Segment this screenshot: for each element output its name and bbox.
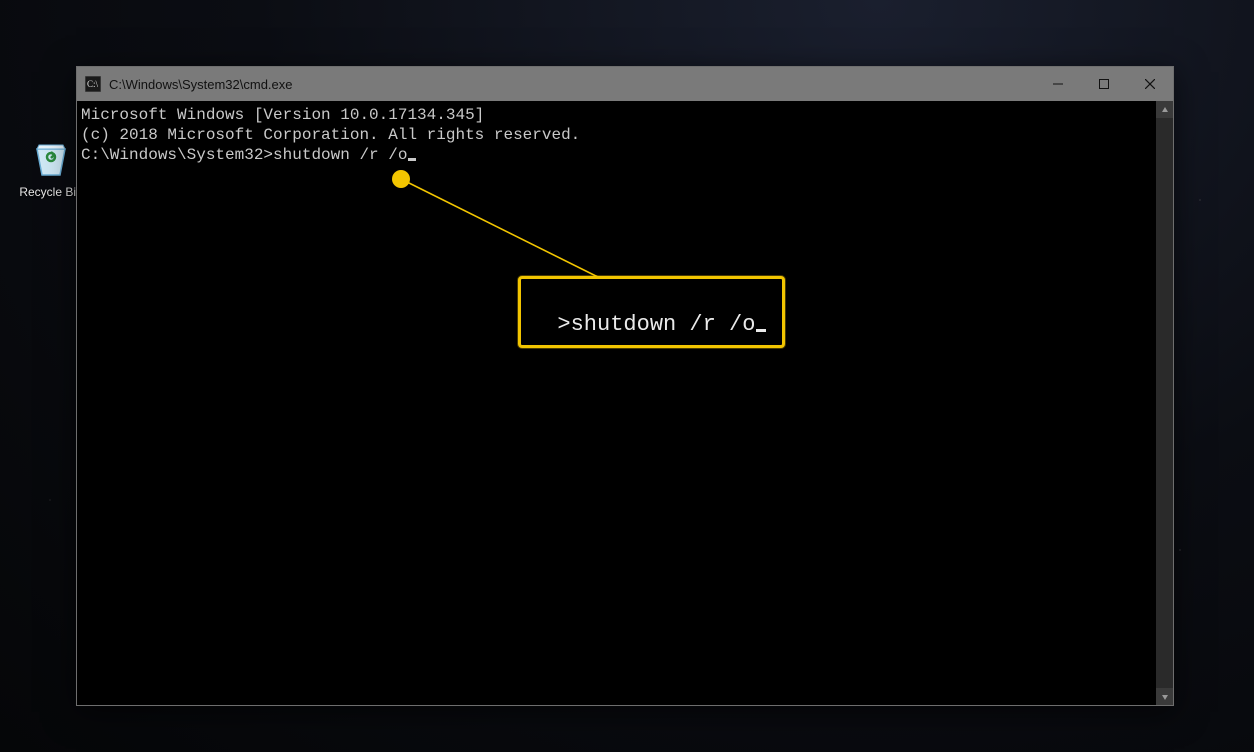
console-prompt-line: C:\Windows\System32>shutdown /r /o — [81, 145, 1173, 165]
annotation-callout: >shutdown /r /o — [518, 276, 785, 348]
titlebar[interactable]: C:\ C:\Windows\System32\cmd.exe — [77, 67, 1173, 101]
scroll-up-button[interactable] — [1156, 101, 1173, 118]
cmd-app-icon: C:\ — [85, 76, 101, 92]
prompt-prefix: C:\Windows\System32> — [81, 146, 273, 164]
console-line: Microsoft Windows [Version 10.0.17134.34… — [81, 105, 1173, 125]
callout-text: >shutdown /r /o — [557, 312, 755, 337]
console-area[interactable]: Microsoft Windows [Version 10.0.17134.34… — [77, 101, 1173, 705]
svg-text:C:\: C:\ — [87, 79, 99, 89]
cmd-window: C:\ C:\Windows\System32\cmd.exe Microsof… — [76, 66, 1174, 706]
typed-command: shutdown /r /o — [273, 146, 407, 164]
maximize-button[interactable] — [1081, 67, 1127, 101]
scroll-down-button[interactable] — [1156, 688, 1173, 705]
window-controls — [1035, 67, 1173, 101]
minimize-button[interactable] — [1035, 67, 1081, 101]
recycle-bin-icon — [29, 135, 73, 179]
console-line: (c) 2018 Microsoft Corporation. All righ… — [81, 125, 1173, 145]
window-title: C:\Windows\System32\cmd.exe — [109, 77, 293, 92]
cursor-icon — [756, 329, 766, 332]
recycle-bin-label: Recycle Bin — [19, 185, 82, 199]
cursor-icon — [408, 158, 416, 161]
close-button[interactable] — [1127, 67, 1173, 101]
scrollbar[interactable] — [1156, 101, 1173, 705]
